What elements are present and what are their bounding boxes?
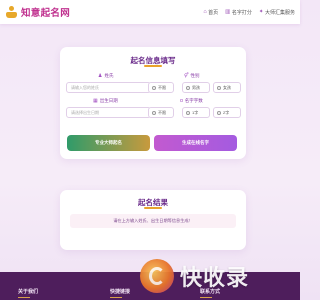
brand-name: 知意起名网 <box>21 8 71 19</box>
radio-icon <box>217 110 221 115</box>
footer-underline <box>18 297 30 298</box>
nav-label: 名字打分 <box>231 9 252 16</box>
option-label: 不限 <box>158 84 166 90</box>
watermark: 快收录 <box>140 254 300 298</box>
option-label: 不限 <box>158 109 166 115</box>
user-icon: ♟ <box>98 73 103 79</box>
length-option-any[interactable]: 不限 <box>148 107 174 118</box>
length-option-one[interactable]: 1字 <box>182 107 210 118</box>
gender-label-text: 性别 <box>190 73 200 78</box>
result-card: 起名结果 请在上方输入姓氏、出生日期等信息生成！ <box>60 190 246 250</box>
footer-about[interactable]: 关于我们 <box>18 288 38 298</box>
text-icon: ɑ <box>180 98 183 104</box>
surname-label-text: 姓氏 <box>104 73 114 78</box>
star-icon: ✦ <box>258 9 264 15</box>
gender-options: 不限 男孩 女孩 <box>148 82 241 93</box>
gender-label: ⚥ 性别 <box>184 73 200 79</box>
site-logo[interactable]: 知意起名网 <box>5 5 70 19</box>
footer-about-label: 关于我们 <box>18 289 39 295</box>
radio-icon <box>152 85 156 90</box>
watermark-logo-icon <box>140 259 174 293</box>
result-hint: 请在上方输入姓氏、出生日期等信息生成！ <box>70 214 236 228</box>
nav-item-master-service[interactable]: ✦ 大师汇集服务 <box>259 9 295 16</box>
gender-option-boy[interactable]: 男孩 <box>182 82 210 93</box>
gender-option-girl[interactable]: 女孩 <box>213 82 241 93</box>
name-length-options: 不限 1字 2字 <box>148 107 241 118</box>
option-label: 女孩 <box>223 84 231 90</box>
length-option-two[interactable]: 2字 <box>213 107 241 118</box>
gender-icon: ⚥ <box>184 73 189 79</box>
option-label: 2字 <box>223 109 230 115</box>
surname-input[interactable]: 请输入您的姓氏 <box>66 82 151 93</box>
option-label: 男孩 <box>192 84 200 90</box>
generate-names-button[interactable]: 生成在线名字 <box>154 135 237 151</box>
pro-naming-button[interactable]: 专业大师起名 <box>67 135 150 151</box>
name-length-label: ɑ 名字字数 <box>180 98 203 104</box>
gender-option-any[interactable]: 不限 <box>148 82 174 93</box>
radio-icon <box>152 110 156 115</box>
title-underline <box>144 65 162 67</box>
footer-underline <box>110 297 122 298</box>
footer-links[interactable]: 快捷链接 <box>110 288 130 298</box>
birthday-label-text: 出生日期 <box>99 98 118 103</box>
birthday-label: ▦ 出生日期 <box>93 98 118 104</box>
home-icon: ⌂ <box>203 9 207 15</box>
name-length-label-text: 名字字数 <box>184 98 203 103</box>
top-header: 知意起名网 ⌂ 首页 ▥ 名字打分 ✦ 大师汇集服务 <box>0 0 300 24</box>
watermark-text: 快收录 <box>180 265 250 290</box>
radio-icon <box>186 85 190 90</box>
logo-icon <box>5 5 18 19</box>
nav-item-name-score[interactable]: ▥ 名字打分 <box>225 9 252 16</box>
main-nav: ⌂ 首页 ▥ 名字打分 ✦ 大师汇集服务 <box>203 0 295 24</box>
birthday-input[interactable]: 请选择出生日期 <box>66 107 151 118</box>
radio-icon <box>186 110 190 115</box>
nav-label: 大师汇集服务 <box>264 9 295 16</box>
nav-item-home[interactable]: ⌂ 首页 <box>203 9 218 16</box>
chart-icon: ▥ <box>225 9 231 15</box>
calendar-icon: ▦ <box>93 98 98 104</box>
nav-label: 首页 <box>208 9 219 16</box>
title-underline <box>144 207 162 209</box>
surname-label: ♟ 姓氏 <box>98 73 113 79</box>
footer-links-label: 快捷链接 <box>110 289 131 295</box>
option-label: 1字 <box>192 109 199 115</box>
radio-icon <box>217 85 221 90</box>
